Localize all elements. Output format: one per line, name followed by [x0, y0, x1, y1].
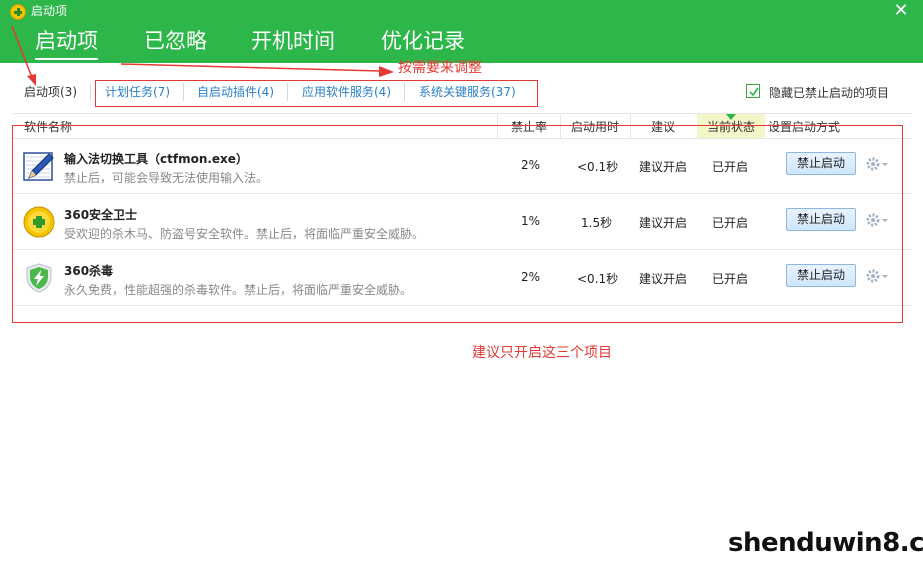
table-header-top-border — [12, 113, 912, 114]
annotation-adjust-note: 按需要来调整 — [398, 60, 482, 76]
window-title: 启动项 — [31, 4, 68, 18]
annotation-arrowhead — [379, 66, 394, 77]
hide-disabled-label[interactable]: 隐藏已禁止启动的项目 — [769, 84, 889, 101]
tab-ignored[interactable]: 已忽略 — [144, 26, 207, 56]
app-logo-icon — [10, 4, 26, 20]
subnav-startup[interactable]: 启动项(3) — [24, 84, 77, 100]
close-icon[interactable]: ✕ — [892, 2, 910, 20]
tab-startup[interactable]: 启动项 — [35, 26, 98, 60]
annotation-keep-note: 建议只开启这三个项目 — [472, 345, 612, 361]
tab-optimize-history[interactable]: 优化记录 — [381, 26, 465, 56]
hide-disabled-checkbox[interactable] — [746, 84, 760, 98]
watermark: shenduwin8.com — [728, 528, 923, 558]
annotation-rows-box — [12, 125, 903, 323]
subnav-divider — [90, 83, 91, 101]
check-icon — [749, 87, 759, 97]
annotation-subnav-box — [95, 80, 538, 107]
header-bar: 启动项 ✕ 启动项 已忽略 开机时间 优化记录 — [0, 0, 923, 63]
tab-boot-time[interactable]: 开机时间 — [251, 26, 335, 56]
annotation-arrow-line — [120, 63, 381, 72]
